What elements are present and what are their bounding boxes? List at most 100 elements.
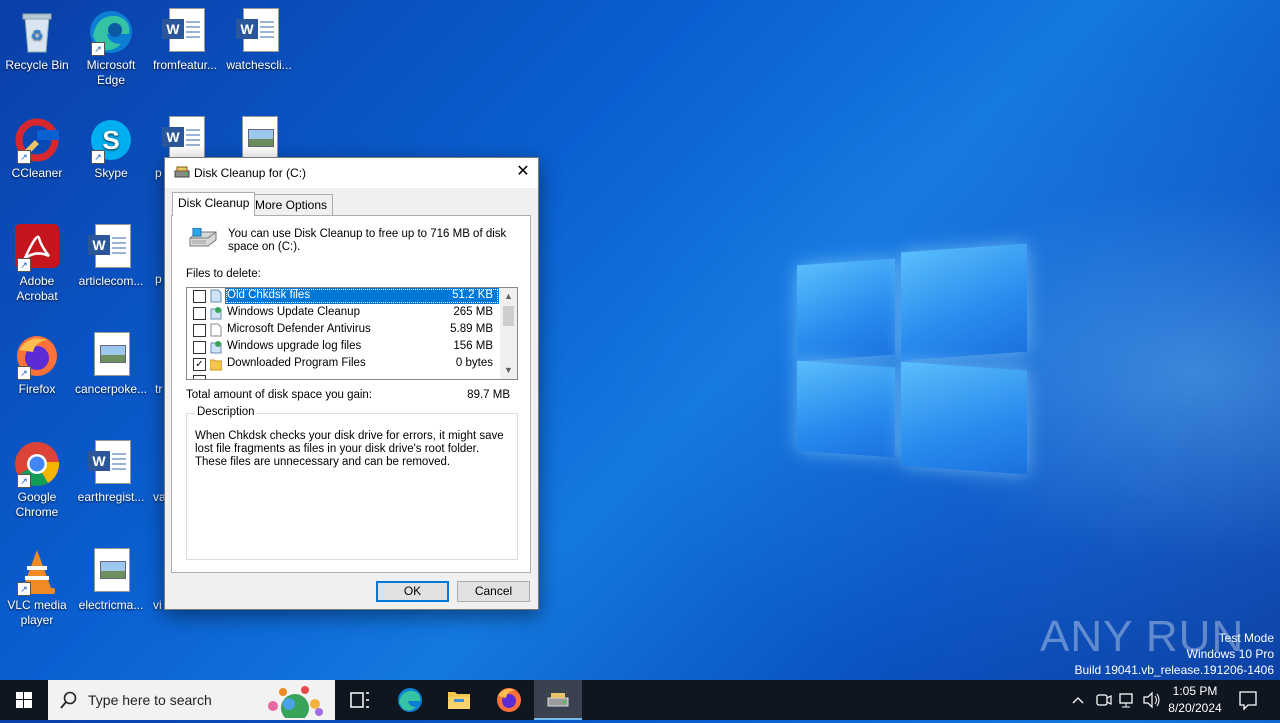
tray-meet-now[interactable] (1092, 680, 1114, 720)
notification-icon (1239, 691, 1257, 711)
desktop-icon-label: articlecom... (78, 274, 144, 288)
folder-icon (209, 357, 223, 371)
desktop-icon-skype[interactable]: S ↗ Skype (73, 116, 149, 181)
taskbar-disk-cleanup[interactable] (534, 680, 582, 720)
desktop-icon-label: watchescli... (226, 58, 292, 72)
intro-text: You can use Disk Cleanup to free up to 7… (228, 228, 507, 253)
desktop-icon-label: fromfeatur... (152, 58, 218, 72)
list-item-microsoft-defender-antivirus[interactable]: Microsoft Defender Antivirus 5.89 MB (187, 322, 499, 339)
cancel-button[interactable]: Cancel (457, 581, 530, 602)
word-document-icon: W (235, 8, 283, 56)
desktop-icon-vlc[interactable]: ↗ VLC media player (0, 548, 75, 628)
windows-start-icon (16, 692, 32, 708)
desktop-icon-adobe-acrobat[interactable]: ↗ Adobe Acrobat (0, 224, 75, 304)
recycle-bin-icon: ♻ (13, 8, 61, 56)
edge-icon: ↗ (87, 8, 135, 56)
desktop-icon-label: Firefox (18, 382, 56, 396)
svg-text:♻: ♻ (31, 28, 44, 44)
shortcut-arrow-icon: ↗ (17, 474, 31, 488)
checkbox[interactable] (193, 375, 206, 379)
description-groupbox: Description When Chkdsk checks your disk… (186, 406, 518, 560)
dialog-titlebar[interactable]: Disk Cleanup for (C:) ✕ (165, 158, 538, 188)
word-document-icon: W (161, 8, 209, 56)
file-size: 265 MB (453, 306, 493, 318)
list-scrollbar[interactable]: ▲ ▼ (500, 288, 517, 379)
desktop-icon-microsoft-edge[interactable]: ↗ Microsoft Edge (73, 8, 149, 88)
disk-cleanup-icon (174, 166, 190, 180)
desktop-icon-articlecom[interactable]: W articlecom... (73, 224, 149, 289)
network-icon (1119, 693, 1133, 708)
checkbox[interactable]: ✓ (193, 358, 206, 371)
search-icon (60, 691, 78, 709)
shortcut-arrow-icon: ↗ (17, 582, 31, 596)
desktop-icon-label: earthregist... (77, 490, 145, 504)
file-name: Windows Update Cleanup (227, 306, 360, 318)
checkbox[interactable] (193, 307, 206, 320)
list-item-partial[interactable] (187, 373, 499, 379)
file-name: Old Chkdsk files (227, 289, 311, 301)
scroll-down-icon[interactable]: ▼ (500, 362, 517, 379)
desktop-icon-firefox[interactable]: ↗ Firefox (0, 332, 75, 397)
desktop-icon-earthregist[interactable]: W earthregist... (73, 440, 149, 505)
desktop-icon-label: CCleaner (11, 166, 63, 180)
vlc-icon: ↗ (13, 548, 61, 596)
close-button[interactable]: ✕ (508, 158, 538, 188)
skype-icon: S ↗ (87, 116, 135, 164)
taskbar-firefox[interactable] (485, 680, 533, 720)
search-highlight-art-icon (259, 682, 329, 722)
tab-more-options[interactable]: More Options (249, 194, 334, 215)
edge-icon (398, 688, 422, 712)
scroll-thumb[interactable] (503, 306, 514, 326)
start-button[interactable] (0, 680, 48, 720)
file-name: Microsoft Defender Antivirus (227, 323, 371, 335)
desktop-icon-fromfeatur[interactable]: W fromfeatur... (147, 8, 223, 73)
windows-update-icon (210, 306, 222, 320)
desktop-icon-watchescli[interactable]: W watchescli... (221, 8, 297, 73)
action-center-button[interactable] (1234, 680, 1262, 720)
desktop-icon-ccleaner[interactable]: ↗ CCleaner (0, 116, 75, 181)
desktop-icon-label: Adobe Acrobat (16, 274, 58, 303)
desktop-icon-google-chrome[interactable]: ↗ Google Chrome (0, 440, 75, 520)
list-item-windows-update-cleanup[interactable]: Windows Update Cleanup 265 MB (187, 305, 499, 322)
disk-cleanup-dialog: Disk Cleanup for (C:) ✕ Disk Cleanup Mor… (164, 157, 539, 610)
checkbox[interactable] (193, 290, 206, 303)
list-item-old-chkdsk-files[interactable]: Old Chkdsk files 51.2 KB (187, 288, 499, 305)
blank-file-icon (210, 323, 222, 337)
taskbar-search-box[interactable]: Type here to search (48, 680, 335, 722)
desktop-icon-label: Skype (94, 166, 128, 180)
file-size: 0 bytes (455, 357, 493, 369)
image-file-icon (87, 332, 135, 380)
ok-button[interactable]: OK (376, 581, 449, 602)
chrome-icon: ↗ (13, 440, 61, 488)
desktop-icon-electricma[interactable]: electricma... (73, 548, 149, 613)
tray-network[interactable] (1116, 680, 1138, 720)
file-size: 5.89 MB (450, 323, 493, 335)
tab-disk-cleanup[interactable]: Disk Cleanup (172, 192, 256, 216)
tray-volume[interactable] (1140, 680, 1162, 720)
taskbar-file-explorer[interactable] (435, 680, 483, 720)
files-to-delete-list[interactable]: Old Chkdsk files 51.2 KB Windows Update … (186, 287, 518, 380)
desktop-icon-label: electricma... (78, 598, 144, 612)
file-name: Windows upgrade log files (227, 340, 362, 352)
list-item-downloaded-program-files[interactable]: ✓ Downloaded Program Files 0 bytes (187, 356, 499, 373)
task-view-button[interactable] (336, 680, 384, 720)
files-to-delete-label: Files to delete: (186, 268, 261, 280)
scroll-up-icon[interactable]: ▲ (500, 288, 517, 305)
file-size: 156 MB (453, 340, 493, 352)
test-mode-text: Test Mode (1218, 631, 1274, 645)
windows-edition-text: Windows 10 Pro (1186, 647, 1274, 661)
file-size: 51.2 KB (452, 289, 493, 301)
taskbar-clock[interactable]: 1:05 PM 8/20/2024 (1160, 683, 1230, 717)
list-item-windows-upgrade-log-files[interactable]: Windows upgrade log files 156 MB (187, 339, 499, 356)
desktop-icon-cancerpoke[interactable]: cancerpoke... (73, 332, 149, 397)
checkbox[interactable] (193, 341, 206, 354)
taskbar-edge[interactable] (386, 680, 434, 720)
build-text: Build 19041.vb_release.191206-1406 (1074, 663, 1275, 677)
desktop-icon-recycle-bin[interactable]: ♻ Recycle Bin (0, 8, 75, 73)
image-file-icon (87, 548, 135, 596)
word-document-icon: W (87, 440, 135, 488)
description-label: Description (195, 406, 257, 418)
checkbox[interactable] (193, 324, 206, 337)
clock-time: 1:05 PM (1172, 684, 1218, 698)
show-hidden-icons-button[interactable] (1068, 680, 1088, 720)
